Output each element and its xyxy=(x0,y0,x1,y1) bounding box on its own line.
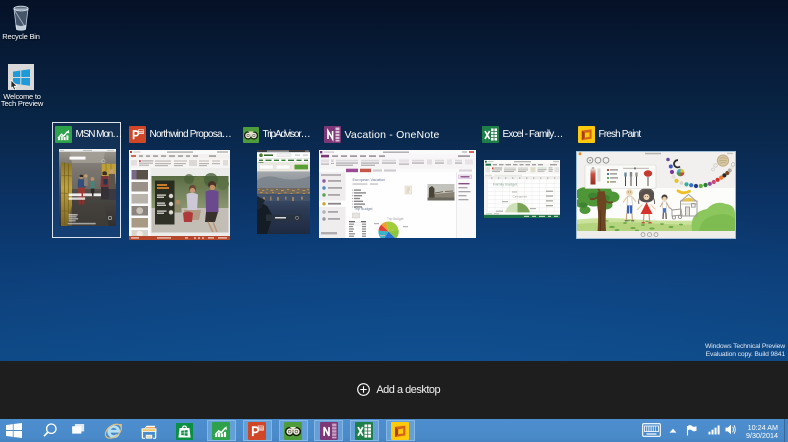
svg-text:Categories: Categories xyxy=(513,195,528,199)
svg-text:Trip Budget: Trip Budget xyxy=(354,207,372,211)
svg-text:European Vacation: European Vacation xyxy=(353,177,386,182)
svg-text:Family Budget: Family Budget xyxy=(493,182,518,186)
svg-text:Trip Budget: Trip Budget xyxy=(387,217,403,221)
